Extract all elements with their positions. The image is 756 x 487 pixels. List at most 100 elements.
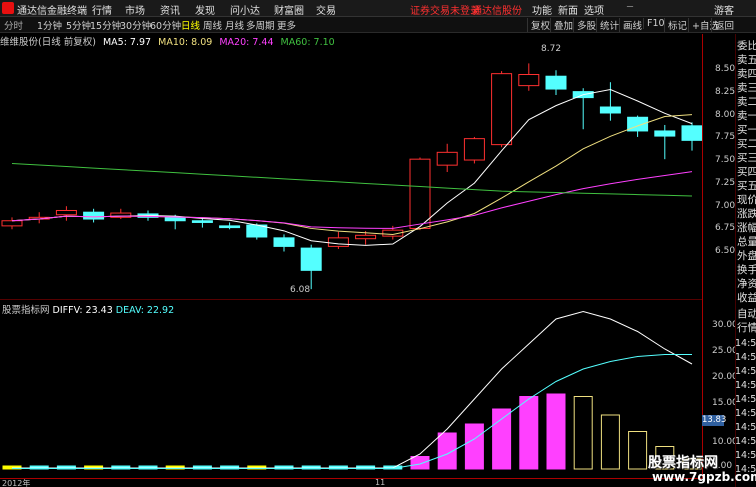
tick-time: 14:56 bbox=[735, 394, 756, 405]
menu-gongneng[interactable]: 功能 bbox=[532, 2, 552, 17]
tab-60min[interactable]: 60分钟 bbox=[150, 18, 181, 32]
menu-hangqing[interactable]: 行情 bbox=[92, 2, 112, 17]
panel-label: 收益 bbox=[737, 292, 756, 304]
menu-caifuquan[interactable]: 财富圈 bbox=[274, 2, 304, 17]
tick-time: 14:55 bbox=[735, 338, 756, 349]
panel-label: 总量 bbox=[737, 236, 756, 248]
panel-label: 卖五 bbox=[737, 54, 756, 66]
y-tick: 8.50 bbox=[715, 64, 736, 74]
candle-body[interactable] bbox=[518, 74, 540, 87]
tab-daily[interactable]: 日线 bbox=[181, 18, 200, 32]
broker-link[interactable]: 通达信股份 bbox=[472, 2, 522, 17]
x-tick-year: 2012年 bbox=[2, 479, 31, 487]
tab-1min[interactable]: 1分钟 bbox=[37, 18, 62, 32]
y-tick: 10.00 bbox=[712, 437, 738, 447]
candle-body[interactable] bbox=[273, 237, 295, 247]
panel-label: 卖二 bbox=[737, 96, 756, 108]
indicator-chart[interactable] bbox=[0, 300, 702, 478]
candle-body[interactable] bbox=[681, 125, 702, 141]
candle-body[interactable] bbox=[327, 237, 349, 247]
current-indicator-value: 13.83 bbox=[702, 415, 727, 426]
menu-wenxiaoda[interactable]: 问小达 bbox=[230, 2, 260, 17]
indicator-bar[interactable] bbox=[492, 408, 512, 470]
candle-body[interactable] bbox=[219, 225, 241, 229]
panel-label: 买四 bbox=[737, 166, 756, 178]
login-promo-link[interactable]: 证券交易未登录 bbox=[410, 2, 480, 17]
candle-body[interactable] bbox=[55, 209, 77, 216]
tab-5min[interactable]: 5分钟 bbox=[66, 18, 91, 32]
candle-body[interactable] bbox=[463, 138, 485, 161]
panel-label: 买一 bbox=[737, 124, 756, 136]
panel-label: 外盘 bbox=[737, 250, 756, 262]
tab-more[interactable]: 更多 bbox=[277, 18, 296, 32]
watermark-title: 股票指标网 bbox=[648, 455, 718, 471]
menu-xuanxiang[interactable]: 选项 bbox=[584, 2, 604, 17]
tab-multi-period[interactable]: 多周期 bbox=[246, 18, 275, 32]
candle-body[interactable] bbox=[1, 220, 23, 227]
watermark-url: www.7gpzb.com bbox=[652, 470, 756, 484]
auto-button[interactable]: 自动 bbox=[737, 306, 756, 321]
tick-time: 14:56 bbox=[735, 380, 756, 391]
price-axis: 8.50 8.25 8.00 7.75 7.50 7.25 7.00 6.75 … bbox=[702, 34, 735, 300]
y-tick: 7.75 bbox=[715, 132, 736, 142]
panel-label: 买二 bbox=[737, 138, 756, 150]
candle-body[interactable] bbox=[83, 211, 105, 220]
menu-xinmian[interactable]: 新面 bbox=[558, 2, 578, 17]
tab-monthly[interactable]: 月线 bbox=[225, 18, 244, 32]
panel-label: 卖一 bbox=[737, 110, 756, 122]
ma5-line bbox=[11, 89, 693, 246]
y-tick: 20.00 bbox=[712, 372, 738, 382]
menu-zixun[interactable]: 资讯 bbox=[160, 2, 180, 17]
menu-jiaoyi[interactable]: 交易 bbox=[316, 2, 336, 17]
menu-faxian[interactable]: 发现 bbox=[195, 2, 215, 17]
y-tick: 7.25 bbox=[715, 178, 736, 188]
candle-body[interactable] bbox=[491, 73, 513, 146]
mark-button[interactable]: 标记 bbox=[664, 18, 690, 32]
app-name: 通达信金融终端 bbox=[17, 6, 87, 17]
indicator-bar[interactable] bbox=[546, 393, 566, 470]
candle-body[interactable] bbox=[654, 130, 676, 137]
candle-body[interactable] bbox=[436, 151, 458, 166]
candle-body[interactable] bbox=[300, 247, 322, 271]
x-tick-month: 11 bbox=[375, 478, 386, 487]
panel-label: 卖四 bbox=[737, 68, 756, 80]
high-price-mark: 8.72 bbox=[541, 44, 561, 54]
panel-label: 买三 bbox=[737, 152, 756, 164]
candle-body[interactable] bbox=[545, 75, 567, 90]
y-tick: 8.00 bbox=[715, 110, 736, 120]
candle-body[interactable] bbox=[191, 220, 213, 223]
candle-body[interactable] bbox=[164, 216, 186, 222]
title-bar: 通达信金融终端 行情 市场 资讯 发现 问小达 财富圈 交易 证券交易未登录 通… bbox=[0, 0, 756, 17]
low-price-mark: 6.08 bbox=[290, 285, 310, 295]
tab-15min[interactable]: 15分钟 bbox=[90, 18, 121, 32]
candle-body[interactable] bbox=[599, 106, 621, 114]
menu-shichang[interactable]: 市场 bbox=[125, 2, 145, 17]
draw-line-button[interactable]: 画线 bbox=[619, 18, 645, 32]
guest-label[interactable]: 游客 bbox=[714, 2, 734, 17]
candle-body[interactable] bbox=[355, 234, 377, 240]
panel-label: 买五 bbox=[737, 180, 756, 192]
indicator-bar[interactable] bbox=[410, 456, 430, 470]
ma20-line bbox=[11, 171, 693, 229]
candlestick-chart[interactable]: 8.72 6.08 bbox=[0, 34, 702, 300]
indicator-bar[interactable] bbox=[519, 396, 539, 470]
tab-weekly[interactable]: 周线 bbox=[203, 18, 222, 32]
app-logo-icon bbox=[2, 2, 14, 14]
indicator-bar[interactable] bbox=[464, 423, 484, 470]
back-button[interactable]: 返回 bbox=[711, 18, 737, 32]
candle-body[interactable] bbox=[409, 158, 431, 229]
tick-time: 14:56 bbox=[735, 366, 756, 377]
diff-line bbox=[12, 310, 693, 469]
indicator-bar[interactable] bbox=[573, 396, 593, 470]
panel-label: 涨跌 bbox=[737, 208, 756, 220]
tab-30min[interactable]: 30分钟 bbox=[120, 18, 151, 32]
tick-time: 14:56 bbox=[735, 422, 756, 433]
tab-fenshi[interactable]: 分时 bbox=[4, 18, 23, 32]
indicator-bar[interactable] bbox=[628, 431, 648, 470]
panel-label: 委比 bbox=[737, 40, 756, 52]
indicator-bar[interactable] bbox=[600, 414, 620, 470]
panel-label: 换手 bbox=[737, 264, 756, 276]
minimize-icon[interactable]: ─ bbox=[627, 2, 633, 13]
y-tick: 6.75 bbox=[715, 223, 736, 233]
tick-time: 14:56 bbox=[735, 408, 756, 419]
